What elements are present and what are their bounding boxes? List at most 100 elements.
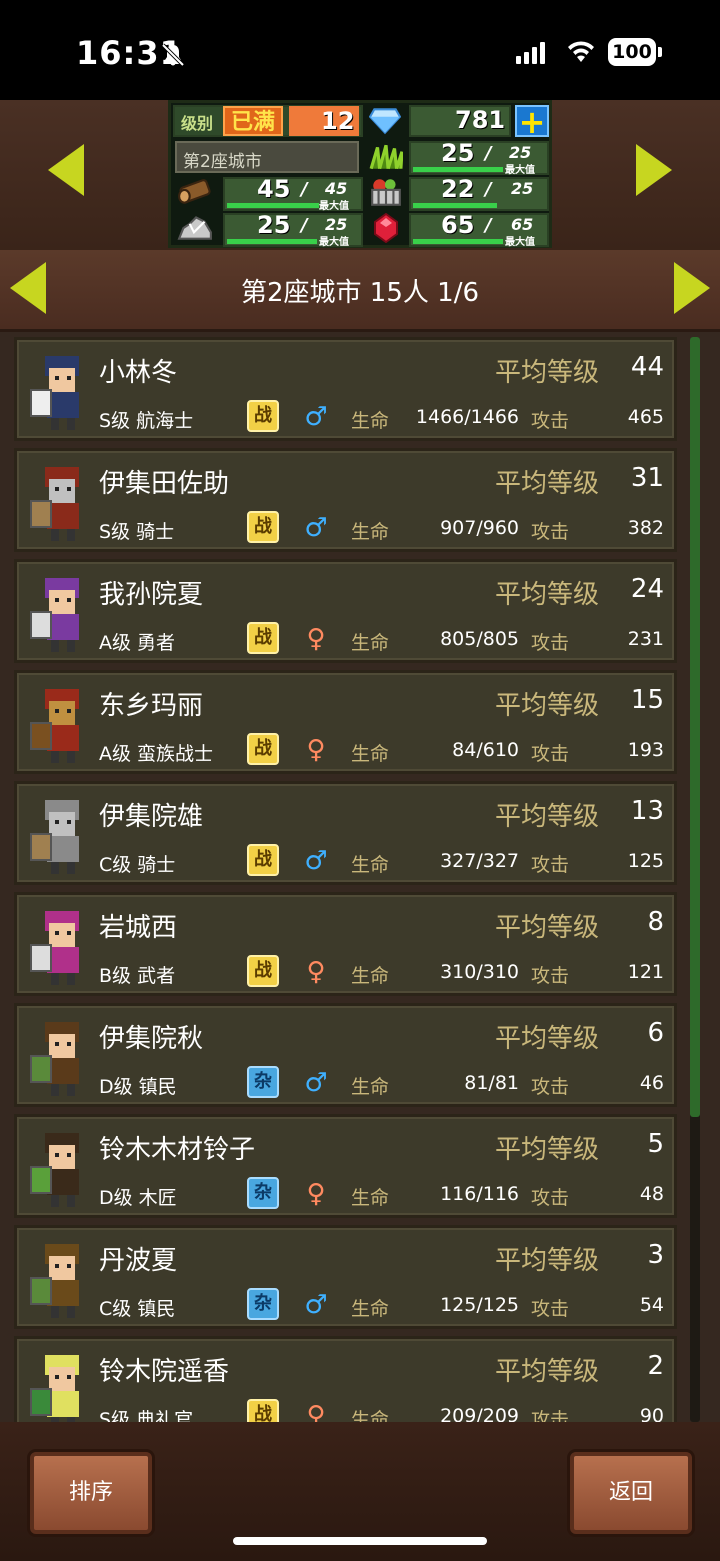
next-city-arrow[interactable] bbox=[636, 144, 672, 196]
resident-row[interactable]: 铃木院遥香 平均等级 2 S级 典礼官 战 ♀ 生命 209/209 攻击 90 bbox=[14, 1336, 677, 1422]
food-bar bbox=[413, 203, 497, 208]
avg-level-label: 平均等级 bbox=[495, 469, 600, 499]
level-value: 12 bbox=[321, 107, 355, 135]
life-label: 生命 bbox=[351, 521, 390, 543]
ruby-max: 65 bbox=[511, 215, 534, 234]
scrollbar[interactable] bbox=[690, 337, 700, 1422]
attack-label: 攻击 bbox=[531, 1187, 570, 1209]
life-label: 生命 bbox=[351, 743, 390, 765]
back-button[interactable]: 返回 bbox=[570, 1452, 692, 1534]
life-label: 生命 bbox=[351, 1076, 390, 1098]
resident-row[interactable]: 岩城西 平均等级 8 B级 武者 战 ♀ 生命 310/310 攻击 121 bbox=[14, 892, 677, 996]
resident-name: 我孙院夏 bbox=[99, 580, 204, 610]
attack-label: 攻击 bbox=[531, 965, 570, 987]
food-basket-icon bbox=[371, 179, 401, 206]
female-icon: ♀ bbox=[306, 957, 326, 987]
resident-row[interactable]: 铃木木材铃子 平均等级 5 D级 木匠 杂 ♀ 生命 116/116 攻击 48 bbox=[14, 1114, 677, 1218]
resident-name: 伊集院秋 bbox=[99, 1024, 204, 1054]
avg-level-label: 平均等级 bbox=[495, 580, 600, 610]
bell-muted-icon bbox=[161, 43, 185, 67]
wood-slash: / bbox=[301, 179, 308, 200]
food-slash: / bbox=[485, 179, 492, 200]
diamond-icon bbox=[369, 108, 401, 135]
resident-row[interactable]: 丹波夏 平均等级 3 C级 镇民 杂 ♂ 生命 125/125 攻击 54 bbox=[14, 1225, 677, 1329]
resident-name: 伊集院雄 bbox=[99, 802, 204, 832]
attack-value: 125 bbox=[627, 850, 664, 872]
attack-value: 382 bbox=[627, 517, 664, 539]
resident-list: 小林冬 平均等级 44 S级 航海士战 ♂ 生命 1466/1466 攻击 465 伊集田佐助 平均… bbox=[0, 332, 720, 1422]
male-icon: ♂ bbox=[304, 1068, 328, 1098]
battery-icon: 100 bbox=[608, 38, 656, 66]
ruby-slash: / bbox=[485, 215, 492, 236]
add-gems-button[interactable]: + bbox=[515, 105, 549, 138]
character-avatar bbox=[30, 1244, 79, 1318]
battle-badge: 战 bbox=[247, 844, 279, 876]
battle-badge: 战 bbox=[247, 955, 279, 987]
status-bar: 16:31 100 bbox=[0, 0, 720, 100]
wood-bar bbox=[227, 203, 319, 208]
scrollbar-thumb[interactable] bbox=[690, 337, 700, 1117]
resident-job: A级 蛮族战士 bbox=[99, 743, 214, 765]
avg-level-label: 平均等级 bbox=[495, 1357, 600, 1387]
life-value: 125/125 bbox=[440, 1294, 519, 1316]
attack-value: 46 bbox=[639, 1072, 664, 1094]
home-indicator[interactable] bbox=[233, 1537, 487, 1545]
avg-level-label: 平均等级 bbox=[495, 1246, 600, 1276]
resident-name: 铃木木材铃子 bbox=[99, 1135, 256, 1165]
resident-row[interactable]: 小林冬 平均等级 44 S级 航海士 战 ♂ 生命 1466/1466 攻击 465 bbox=[14, 337, 677, 441]
prev-page-arrow[interactable] bbox=[10, 262, 46, 314]
misc-badge: 杂 bbox=[247, 1177, 279, 1209]
wifi-icon bbox=[568, 41, 594, 62]
attack-value: 90 bbox=[639, 1405, 664, 1422]
life-value: 1466/1466 bbox=[415, 406, 519, 428]
next-page-arrow[interactable] bbox=[674, 262, 710, 314]
resident-job: B级 武者 bbox=[99, 965, 176, 987]
resident-name: 伊集田佐助 bbox=[99, 469, 230, 499]
page-title: 第2座城市 15人 1/6 bbox=[241, 278, 479, 308]
life-label: 生命 bbox=[351, 965, 390, 987]
city-title-bar: 第2座城市 15人 1/6 bbox=[0, 250, 720, 332]
avg-level-label: 平均等级 bbox=[495, 358, 600, 388]
life-value: 81/81 bbox=[464, 1072, 519, 1094]
ore-value: 25 bbox=[257, 211, 291, 239]
resident-row[interactable]: 伊集院雄 平均等级 13 C级 骑士 战 ♂ 生命 327/327 攻击 125 bbox=[14, 781, 677, 885]
wood-value: 45 bbox=[257, 175, 291, 203]
resident-job: S级 航海士 bbox=[99, 410, 194, 432]
gems-value: 781 bbox=[455, 106, 506, 134]
grass-value: 25 bbox=[441, 139, 475, 167]
attack-label: 攻击 bbox=[531, 1298, 570, 1320]
food-value: 22 bbox=[441, 175, 475, 203]
resident-level: 5 bbox=[647, 1129, 664, 1159]
life-value: 327/327 bbox=[440, 850, 519, 872]
grass-bar bbox=[413, 167, 503, 172]
life-label: 生命 bbox=[351, 410, 390, 432]
resident-job: S级 典礼官 bbox=[99, 1409, 194, 1422]
resident-job: S级 骑士 bbox=[99, 521, 175, 543]
attack-value: 193 bbox=[627, 739, 664, 761]
male-icon: ♂ bbox=[304, 513, 328, 543]
avg-level-label: 平均等级 bbox=[495, 1024, 600, 1054]
attack-value: 48 bbox=[639, 1183, 664, 1205]
wood-max: 45 bbox=[325, 179, 348, 198]
resident-name: 东乡玛丽 bbox=[99, 691, 204, 721]
attack-label: 攻击 bbox=[531, 1409, 570, 1422]
male-icon: ♂ bbox=[304, 1290, 328, 1320]
resident-job: A级 勇者 bbox=[99, 632, 176, 654]
life-label: 生命 bbox=[351, 632, 390, 654]
resident-row[interactable]: 东乡玛丽 平均等级 15 A级 蛮族战士 战 ♀ 生命 84/610 攻击 193 bbox=[14, 670, 677, 774]
resident-level: 31 bbox=[630, 463, 664, 493]
avg-level-label: 平均等级 bbox=[495, 913, 600, 943]
grass-max: 25 bbox=[509, 143, 532, 162]
resident-row[interactable]: 伊集田佐助 平均等级 31 S级 骑士 战 ♂ 生命 907/960 攻击 382 bbox=[14, 448, 677, 552]
battle-badge: 战 bbox=[247, 511, 279, 543]
ore-slash: / bbox=[301, 215, 308, 236]
avg-level-label: 平均等级 bbox=[495, 691, 600, 721]
sort-button[interactable]: 排序 bbox=[30, 1452, 152, 1534]
ore-bar bbox=[227, 239, 317, 244]
resident-row[interactable]: 我孙院夏 平均等级 24 A级 勇者 战 ♀ 生命 805/805 攻击 231 bbox=[14, 559, 677, 663]
ruby-value: 65 bbox=[441, 211, 475, 239]
female-icon: ♀ bbox=[306, 1401, 326, 1422]
resident-row[interactable]: 伊集院秋 平均等级 6 D级 镇民 杂 ♂ 生命 81/81 攻击 46 bbox=[14, 1003, 677, 1107]
prev-city-arrow[interactable] bbox=[48, 144, 84, 196]
attack-value: 121 bbox=[627, 961, 664, 983]
